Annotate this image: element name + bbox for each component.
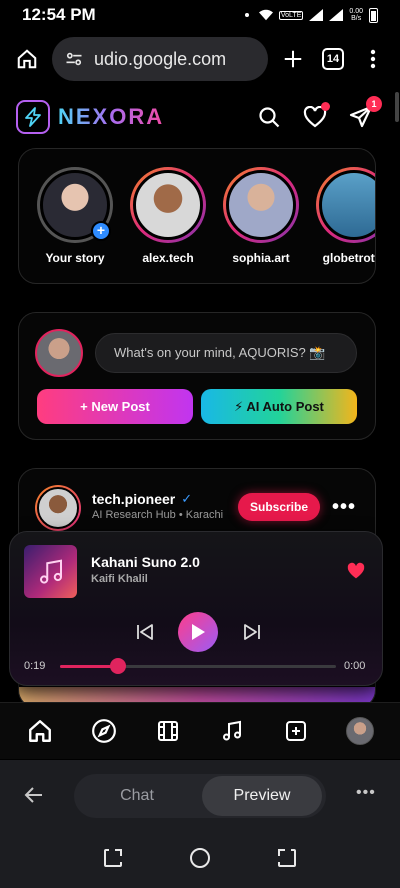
story-name: alex.tech <box>142 251 194 265</box>
like-heart-icon[interactable] <box>346 562 366 585</box>
recents-icon[interactable] <box>102 847 124 874</box>
header-actions: 1 <box>256 96 382 130</box>
explore-icon[interactable] <box>89 716 119 746</box>
post-author-name[interactable]: tech.pioneer ✓ <box>92 491 192 507</box>
story-avatar <box>133 170 203 240</box>
play-icon <box>192 624 205 640</box>
music-player: Kahani Suno 2.0 Kaifi Khalil 0:19 0:00 <box>9 531 383 686</box>
subscribe-button[interactable]: Subscribe <box>238 493 320 521</box>
composer-input[interactable]: What's on your mind, AQUORIS? 📸 <box>95 333 357 373</box>
signal-icon <box>309 9 324 21</box>
story-item[interactable]: alex.tech <box>130 167 206 265</box>
chat-preview-toggle: Chat Preview <box>74 774 326 818</box>
search-icon[interactable] <box>256 104 282 130</box>
browser-home-icon[interactable] <box>12 44 42 74</box>
music-icon[interactable] <box>217 716 247 746</box>
story-avatar <box>319 170 375 240</box>
story-name: sophia.art <box>232 251 290 265</box>
ai-auto-post-button[interactable]: ⚡ AI Auto Post <box>201 389 357 424</box>
post-author-photo <box>37 487 79 529</box>
back-button-icon[interactable] <box>276 847 298 874</box>
story-ring <box>130 167 206 243</box>
status-time: 12:54 PM <box>22 5 96 24</box>
profile-avatar[interactable] <box>345 716 375 746</box>
editor-more-icon[interactable]: ••• <box>356 784 376 802</box>
story-name: Your story <box>45 251 105 265</box>
story-ring <box>316 167 375 243</box>
current-time: 0:19 <box>24 660 46 672</box>
post-more-icon[interactable]: ••• <box>332 496 356 519</box>
progress-knob[interactable] <box>109 658 126 674</box>
new-post-button[interactable]: + New Post <box>37 389 193 424</box>
album-art[interactable] <box>24 545 77 598</box>
back-arrow-icon[interactable] <box>24 786 44 809</box>
home-button-icon[interactable] <box>189 847 211 874</box>
preview-tab[interactable]: Preview <box>202 776 322 816</box>
notification-dot <box>321 102 330 111</box>
browser-menu-icon[interactable] <box>358 44 388 74</box>
story-item[interactable]: globetrotte <box>316 167 375 265</box>
end-time: 0:00 <box>344 660 366 672</box>
author-handle: tech.pioneer <box>92 491 176 507</box>
battery-icon <box>369 7 378 23</box>
browser-toolbar: udio.google.com 14 <box>0 30 400 88</box>
verified-icon: ✓ <box>181 491 193 506</box>
user-avatar[interactable] <box>35 329 83 377</box>
post-author-avatar[interactable] <box>35 485 81 531</box>
story-item[interactable]: sophia.art <box>223 167 299 265</box>
tab-switcher-button[interactable]: 14 <box>318 44 348 74</box>
post-composer: What's on your mind, AQUORIS? 📸 + New Po… <box>18 312 376 440</box>
post-author-subtitle: AI Research Hub • Karachi <box>92 509 224 521</box>
new-tab-icon[interactable] <box>278 44 308 74</box>
create-icon[interactable] <box>281 716 311 746</box>
page-scrollbar[interactable] <box>395 92 399 122</box>
next-track-icon[interactable] <box>243 624 261 645</box>
site-settings-icon[interactable] <box>64 49 84 69</box>
story-ring <box>223 167 299 243</box>
song-artist: Kaifi Khalil <box>91 573 148 585</box>
story-item-own[interactable]: + Your story <box>37 167 113 265</box>
brand-name[interactable]: NEXORA <box>58 104 164 130</box>
signal-icon-2 <box>329 9 344 21</box>
notifications-heart-icon[interactable] <box>302 102 330 130</box>
url-text: udio.google.com <box>94 48 227 69</box>
play-button[interactable] <box>178 612 218 652</box>
tab-count: 14 <box>322 48 344 70</box>
previous-track-icon[interactable] <box>136 624 154 645</box>
app-header: NEXORA 1 <box>0 90 390 144</box>
chat-tab[interactable]: Chat <box>74 774 200 818</box>
reels-icon[interactable] <box>153 716 183 746</box>
progress-track[interactable] <box>60 665 336 668</box>
story-name: globetrotte <box>322 251 375 265</box>
net-speed-value: 0.00 <box>349 8 363 15</box>
editor-bar: Chat Preview ••• <box>0 760 400 832</box>
net-speed: 0.00 B/s <box>349 8 363 22</box>
home-icon[interactable] <box>25 716 55 746</box>
avatar <box>346 717 374 745</box>
messages-badge: 1 <box>366 96 382 112</box>
song-title: Kahani Suno 2.0 <box>91 554 200 570</box>
story-avatar <box>226 170 296 240</box>
system-navigation <box>0 832 400 888</box>
logo-icon[interactable] <box>16 100 50 134</box>
bottom-nav <box>0 702 400 759</box>
address-bar[interactable]: udio.google.com <box>52 37 268 81</box>
wifi-icon <box>258 9 273 21</box>
status-bar: 12:54 PM VoLTE 0.00 B/s <box>0 0 400 30</box>
stories-strip[interactable]: + Your story alex.tech sophia.art globet… <box>18 148 376 284</box>
messages-send-icon[interactable]: 1 <box>348 96 382 130</box>
net-speed-unit: B/s <box>351 15 362 22</box>
notification-dot-icon <box>244 13 249 17</box>
add-story-icon[interactable]: + <box>91 221 111 241</box>
system-indicators: VoLTE 0.00 B/s <box>244 7 378 23</box>
volte-badge: VoLTE <box>278 10 304 20</box>
